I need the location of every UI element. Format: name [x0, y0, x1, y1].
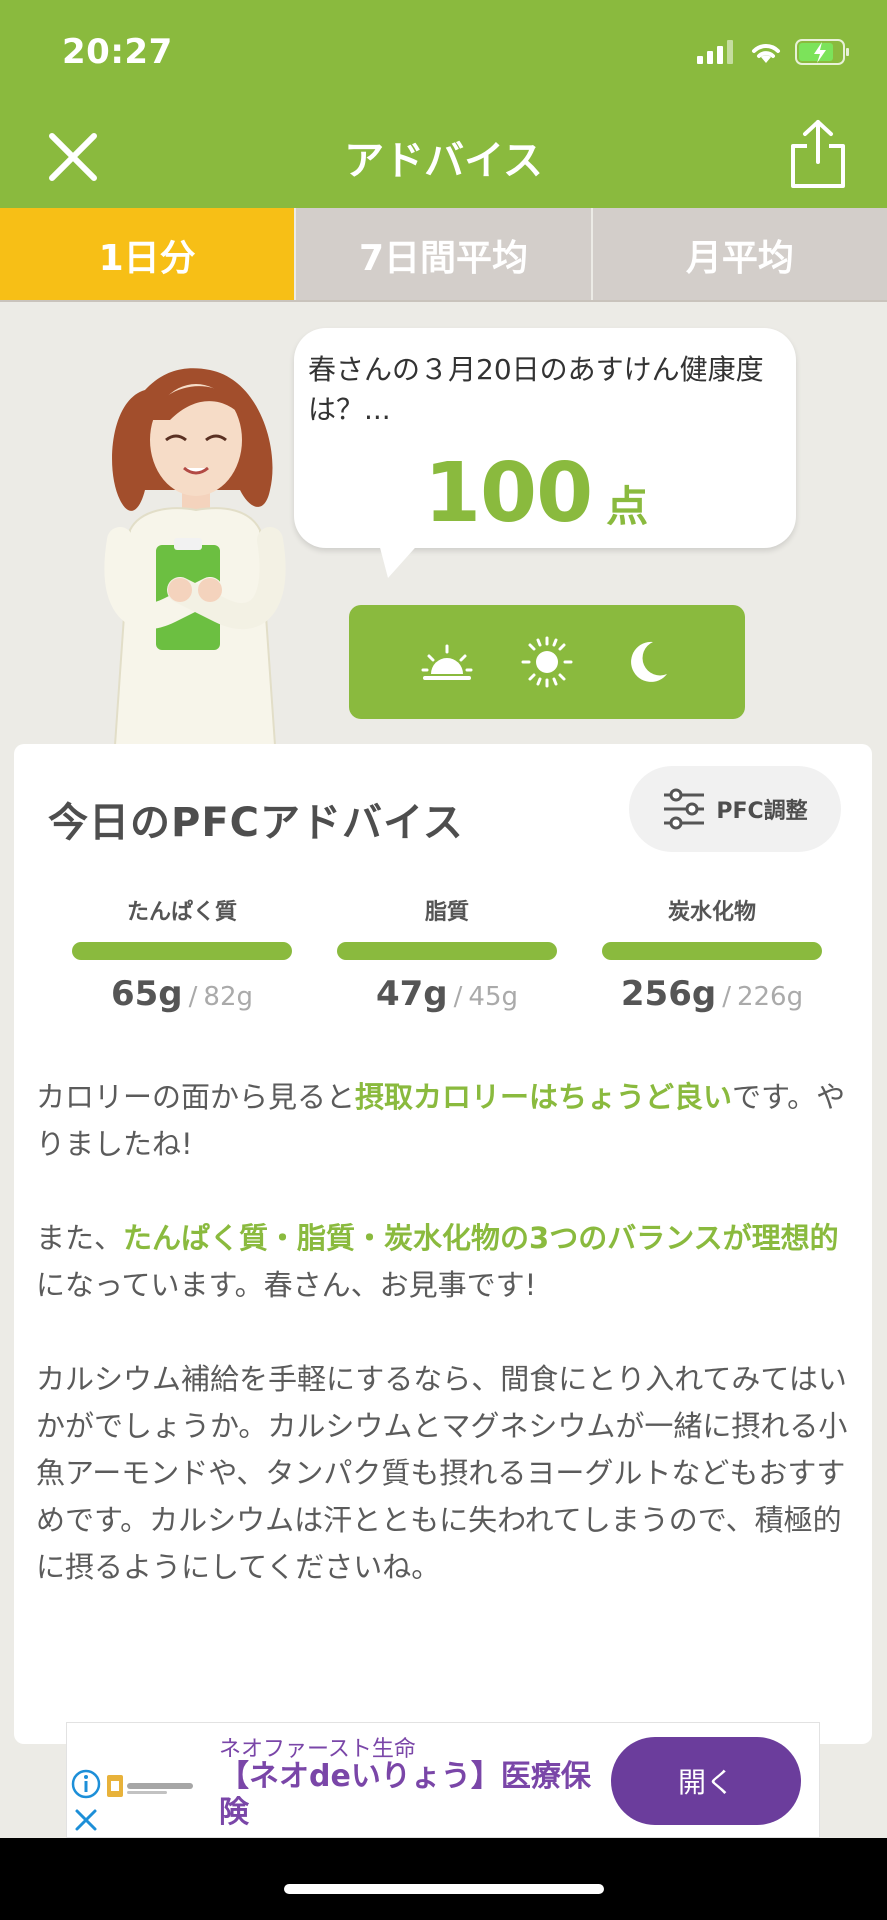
ad-info-icon[interactable] — [71, 1769, 101, 1799]
nutrient-bar — [602, 942, 822, 960]
advice-paragraph-balance: また、たんぱく質・脂質・炭水化物の3つのバランスが理想的になっています。春さん、… — [36, 1215, 858, 1309]
advice-text: カロリーの面から見ると摂取カロリーはちょうど良いです。やりましたね! また、たん… — [36, 1074, 858, 1638]
nutrient-separator: / — [453, 982, 463, 1012]
sun-icon[interactable] — [519, 634, 575, 690]
advice-text-plain: カロリーの面から見ると — [36, 1080, 356, 1114]
health-score-bubble: 春さんの３月20日のあすけん健康度は？... 100 点 — [294, 328, 796, 548]
advice-paragraph-calories: カロリーの面から見ると摂取カロリーはちょうど良いです。やりましたね! — [36, 1074, 858, 1168]
pfc-nutrients: たんぱく質 65g / 82g 脂質 47g / 45g 炭水化物 256g / — [72, 894, 822, 1014]
sliders-icon — [664, 788, 705, 830]
ad-title: 【ネオdeいりょう】医療保険 — [219, 1759, 591, 1830]
status-icons — [697, 38, 851, 66]
health-score-question: 春さんの３月20日のあすけん健康度は？... — [308, 353, 764, 426]
ad-open-button[interactable]: 開く — [611, 1737, 801, 1825]
nutrient-label: 脂質 — [424, 900, 469, 925]
advice-text-plain: また、 — [36, 1221, 124, 1255]
health-score-value: 100 — [424, 446, 593, 541]
nutrient-target: 82g — [203, 982, 253, 1012]
tabs-divider — [0, 300, 887, 302]
pfc-adjust-button[interactable]: PFC調整 — [629, 766, 841, 852]
meal-time-selector — [349, 605, 745, 719]
nutrient-separator: / — [722, 982, 731, 1012]
nutrient-target: 45g — [468, 982, 518, 1012]
pfc-advice-card: 今日のPFCアドバイス PFC調整 たんぱく質 65g / 82g 脂質 47g… — [14, 744, 872, 1744]
nutrient-label: 炭水化物 — [667, 900, 756, 925]
ad-close-icon[interactable] — [73, 1807, 99, 1833]
tab-7day-average[interactable]: 7日間平均 — [294, 208, 591, 302]
header: 20:27 アドバイス — [0, 0, 887, 208]
nutrient-fat: 脂質 47g / 45g — [337, 894, 557, 1014]
ad-banner[interactable]: ネオファースト生命 【ネオdeいりょう】医療保険 開く — [66, 1722, 820, 1838]
bottom-bar — [0, 1838, 887, 1920]
signal-icon — [697, 40, 733, 64]
nutrient-actual: 256g — [620, 974, 717, 1014]
pfc-adjust-label: PFC調整 — [716, 799, 808, 824]
nutrient-actual: 47g — [375, 974, 448, 1014]
nutrient-bar — [72, 942, 292, 960]
nutrient-target: 226g — [736, 982, 804, 1012]
nutrient-actual: 65g — [110, 974, 183, 1014]
score-row: 100 点 — [424, 446, 648, 541]
home-indicator[interactable] — [284, 1884, 604, 1894]
nutrient-values: 256g / 226g — [602, 974, 822, 1014]
card-title: 今日のPFCアドバイス — [48, 800, 464, 846]
share-button[interactable] — [787, 118, 849, 190]
nutrient-protein: たんぱく質 65g / 82g — [72, 894, 292, 1014]
tab-1day[interactable]: 1日分 — [0, 208, 295, 302]
period-tabs: 1日分 7日間平均 月平均 — [0, 208, 887, 302]
ad-company-logo — [107, 1775, 193, 1797]
health-score-unit: 点 — [606, 482, 649, 531]
advice-paragraph-calcium: カルシウム補給を手軽にするなら、間食にとり入れてみてはいかがでしょうか。カルシウ… — [36, 1362, 848, 1584]
advisor-character-illustration — [104, 368, 286, 745]
sunrise-icon[interactable] — [419, 634, 475, 690]
battery-icon — [795, 39, 849, 65]
bubble-tail — [378, 540, 422, 578]
status-time: 20:27 — [62, 32, 173, 72]
moon-icon[interactable] — [619, 634, 675, 690]
nutrient-carbs: 炭水化物 256g / 226g — [602, 894, 822, 1014]
nutrient-values: 47g / 45g — [337, 974, 557, 1014]
wifi-icon — [752, 44, 780, 63]
advice-highlight: 摂取カロリーはちょうど良い — [355, 1080, 733, 1114]
advice-text-plain: になっています。春さん、お見事です! — [36, 1268, 537, 1302]
nutrient-label: たんぱく質 — [126, 900, 237, 925]
nutrient-separator: / — [188, 982, 198, 1012]
nutrient-values: 65g / 82g — [72, 974, 292, 1014]
advice-highlight: たんぱく質・脂質・炭水化物の3つのバランスが理想的 — [123, 1221, 839, 1255]
nutrient-bar — [337, 942, 557, 960]
tab-monthly-average[interactable]: 月平均 — [590, 208, 887, 302]
page-title: アドバイス — [344, 138, 543, 184]
